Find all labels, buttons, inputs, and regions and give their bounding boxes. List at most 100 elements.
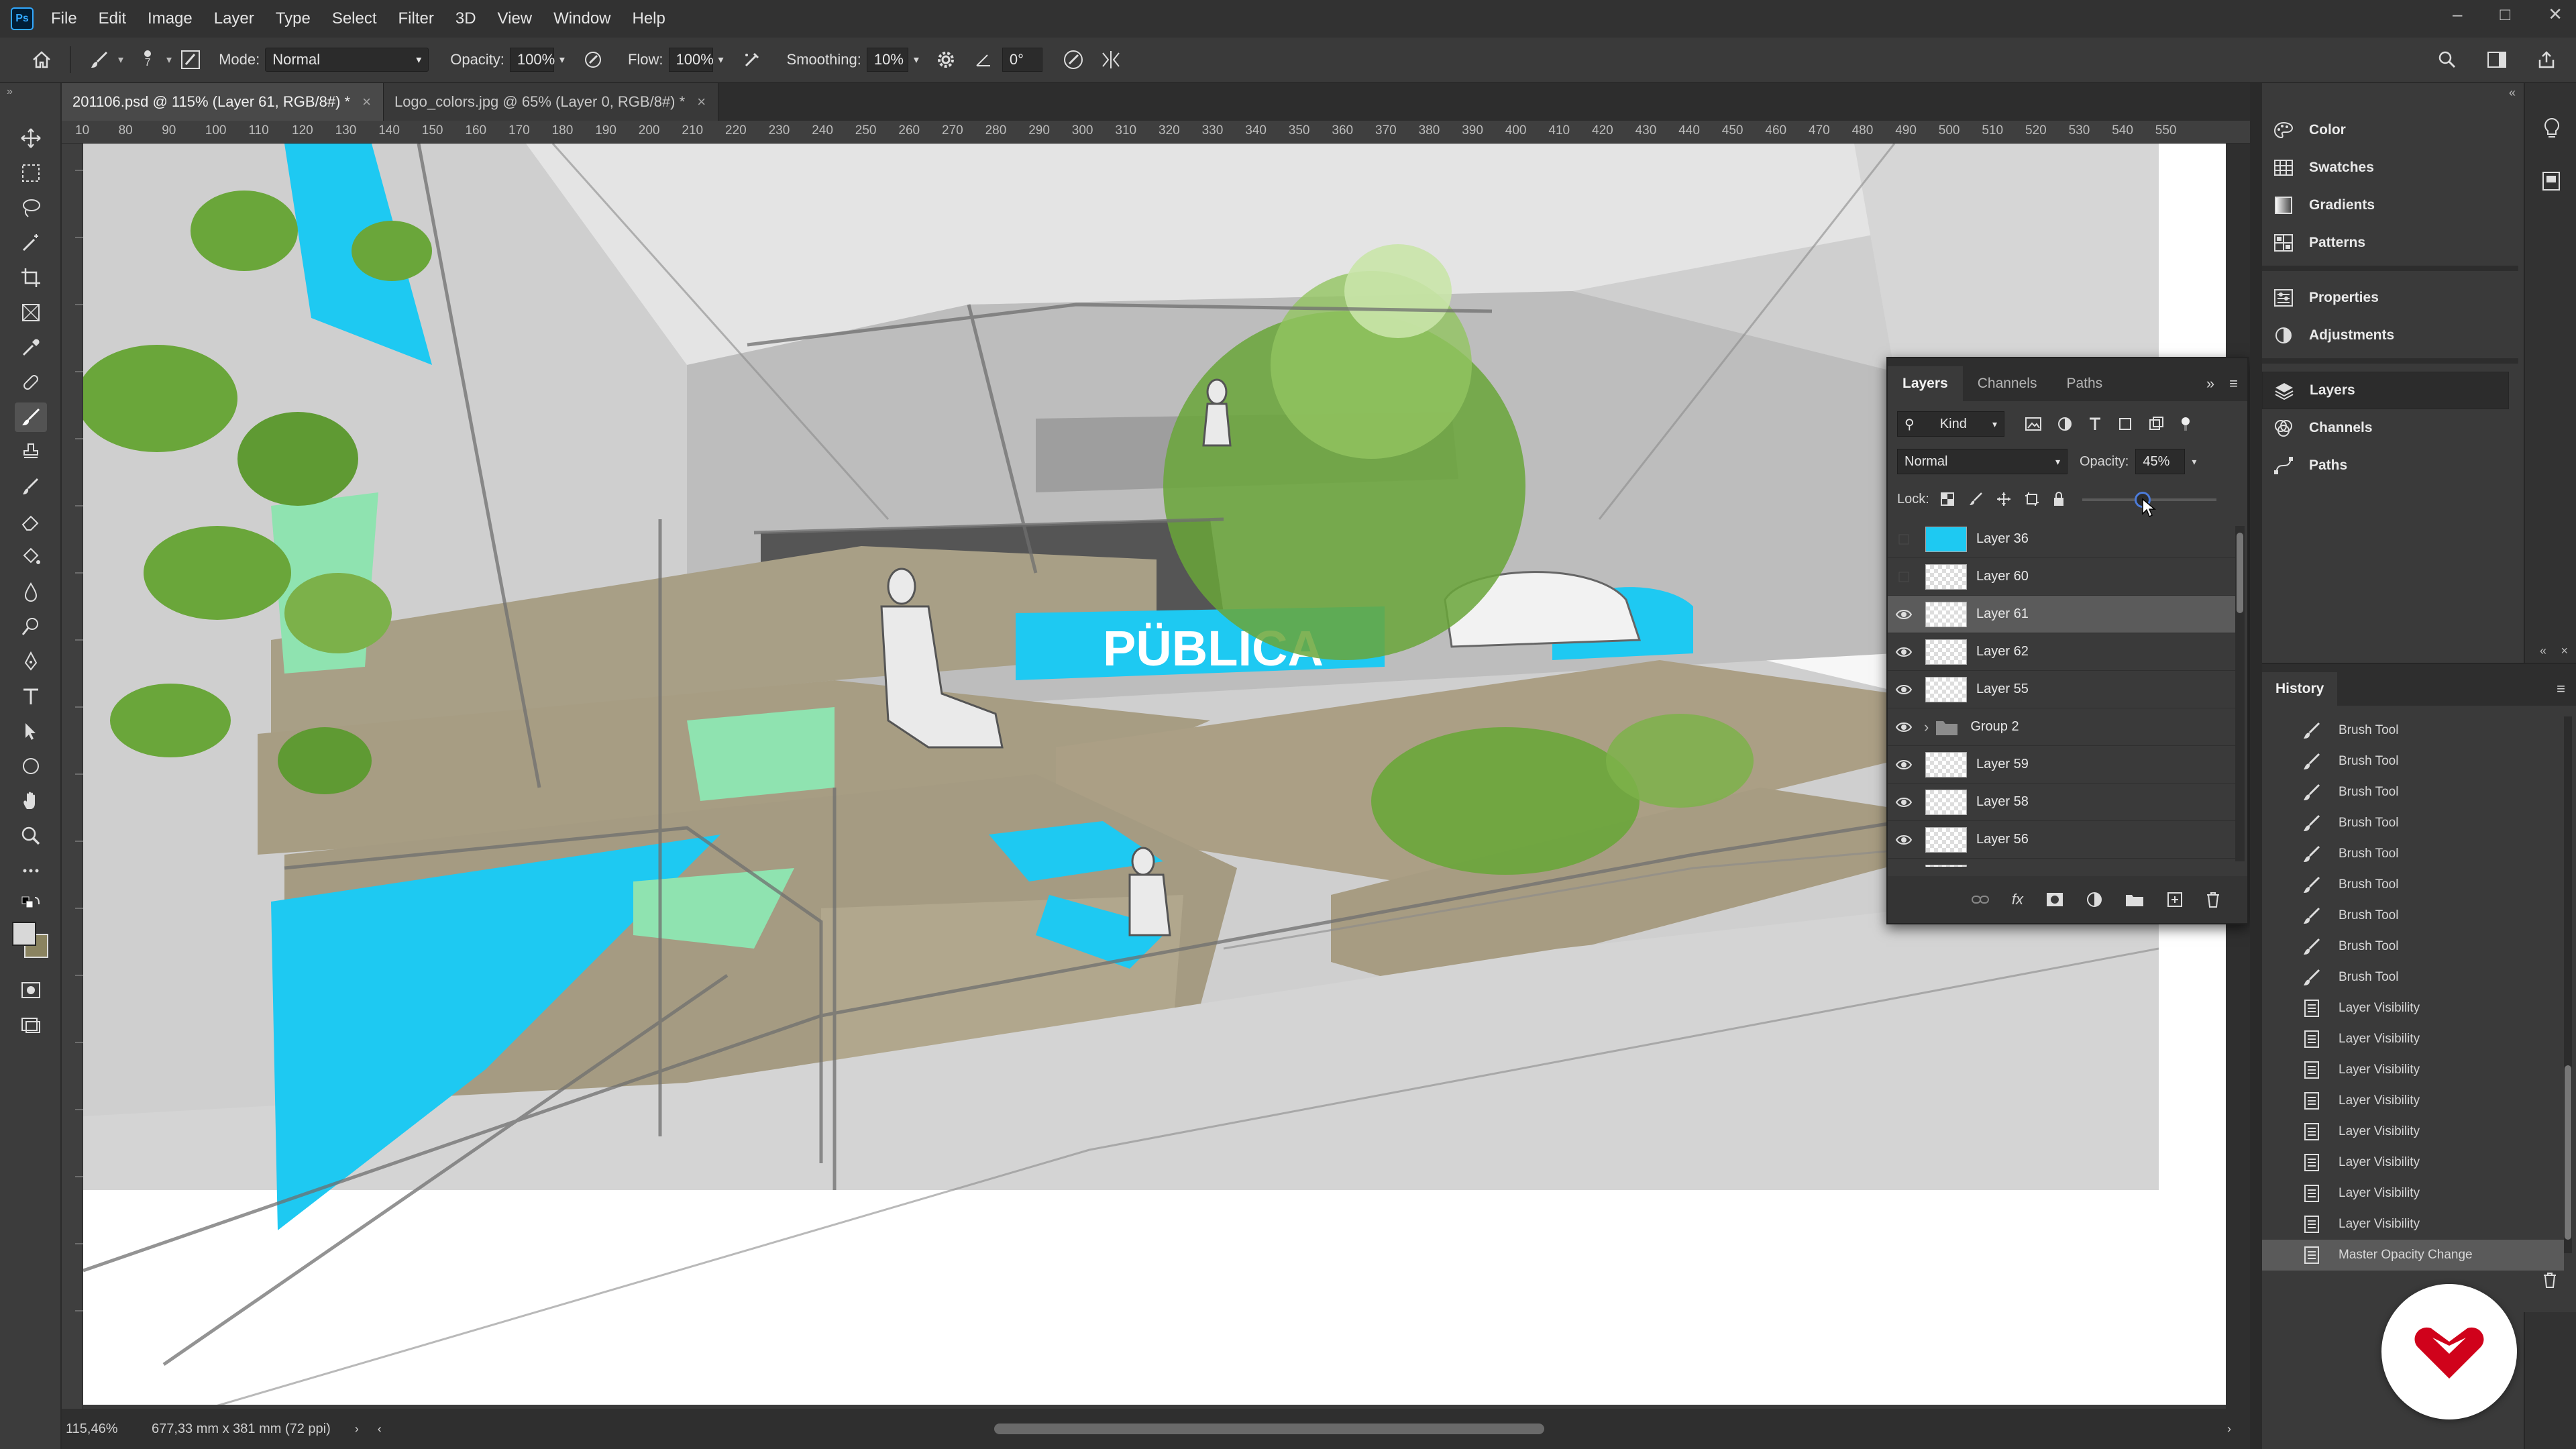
zoom-tool-icon[interactable] [15, 821, 47, 851]
chevron-down-icon[interactable]: ▾ [718, 53, 724, 66]
eye-icon[interactable] [1888, 596, 1920, 633]
dock-patterns[interactable]: Patterns [2262, 224, 2524, 262]
visibility-off-icon[interactable] [1888, 558, 1920, 596]
history-state[interactable]: Brush Tool [2262, 839, 2564, 869]
healing-brush-icon[interactable] [15, 368, 47, 397]
visibility-off-icon[interactable] [1888, 521, 1920, 558]
layer-row[interactable]: Layer 55 [1888, 671, 2237, 708]
ellipse-tool-icon[interactable] [15, 751, 47, 781]
eye-icon[interactable] [1888, 859, 1920, 867]
zoom-level[interactable]: 115,46% [66, 1421, 130, 1437]
opacity-slider[interactable] [2082, 490, 2216, 518]
mode-select[interactable]: Normal ▾ [265, 48, 429, 72]
path-selection-icon[interactable] [15, 716, 47, 746]
move-tool-icon[interactable] [15, 123, 47, 153]
dock-color[interactable]: Color [2262, 111, 2524, 149]
layer-list-scrollbar[interactable] [2235, 526, 2245, 861]
dock-paths[interactable]: Paths [2262, 447, 2524, 484]
collapse-dock-icon[interactable]: « [2509, 86, 2516, 100]
brush-size-picker[interactable]: 7 [133, 45, 162, 74]
dock-collapse-strip[interactable] [2250, 83, 2262, 1449]
history-state[interactable]: Brush Tool [2262, 900, 2564, 931]
expand-toolbar-icon[interactable]: » [7, 86, 13, 98]
lock-image-icon[interactable] [1968, 492, 1983, 506]
delete-layer-icon[interactable] [2206, 892, 2220, 908]
collapse-history-icon[interactable]: « [2540, 644, 2546, 658]
status-menu-arrow-icon[interactable]: › [355, 1422, 359, 1436]
lock-all-icon[interactable] [2053, 492, 2065, 506]
chevron-down-icon[interactable]: ▾ [118, 53, 123, 66]
eyedropper-icon[interactable] [15, 333, 47, 362]
history-state[interactable]: Master Opacity Change [2262, 1240, 2564, 1271]
eye-icon[interactable] [1888, 784, 1920, 821]
brush-tool-icon[interactable] [15, 402, 47, 432]
layer-list-scrollbar-thumb[interactable] [2237, 533, 2243, 613]
eraser-icon[interactable] [15, 507, 47, 537]
history-state[interactable]: Layer Visibility [2262, 1024, 2564, 1055]
tab-paths[interactable]: Paths [2051, 366, 2117, 401]
layer-row[interactable]: Layer 61 [1888, 596, 2237, 633]
layer-style-fx-icon[interactable]: fx [2012, 891, 2023, 908]
adjustment-filter-icon[interactable] [2057, 416, 2073, 432]
add-mask-icon[interactable] [2046, 892, 2063, 907]
tab-logo-colors[interactable]: Logo_colors.jpg @ 65% (Layer 0, RGB/8#) … [383, 83, 719, 121]
menu-edit[interactable]: Edit [88, 9, 137, 28]
quick-mask-icon[interactable] [15, 975, 47, 1005]
close-icon[interactable]: × [362, 93, 371, 111]
dock-adjustments[interactable]: Adjustments [2262, 317, 2524, 354]
home-icon[interactable] [27, 45, 56, 74]
new-group-icon[interactable] [2125, 892, 2144, 907]
dock-layers[interactable]: Layers [2262, 372, 2509, 409]
history-brush-icon[interactable] [15, 472, 47, 502]
dodge-tool-icon[interactable] [15, 612, 47, 641]
layer-row[interactable]: Layer 56 [1888, 821, 2237, 859]
link-layers-icon[interactable] [1971, 894, 1989, 906]
expand-group-icon[interactable]: › [1924, 718, 1929, 736]
clone-stamp-icon[interactable] [15, 437, 47, 467]
history-state[interactable]: Brush Tool [2262, 869, 2564, 900]
history-state[interactable]: Layer Visibility [2262, 1209, 2564, 1240]
type-filter-icon[interactable] [2088, 416, 2102, 432]
dock-swatches[interactable]: Swatches [2262, 149, 2524, 186]
history-state[interactable]: Layer Visibility [2262, 1085, 2564, 1116]
default-colors-icon[interactable] [15, 890, 47, 919]
image-filter-icon[interactable] [2025, 416, 2042, 432]
frame-tool-icon[interactable] [15, 298, 47, 327]
symmetry-icon[interactable] [1096, 45, 1126, 74]
history-state[interactable]: Brush Tool [2262, 962, 2564, 993]
history-state[interactable]: Brush Tool [2262, 746, 2564, 777]
angle-input[interactable]: 0° [1002, 48, 1042, 72]
blur-tool-icon[interactable] [15, 577, 47, 606]
history-state[interactable]: Brush Tool [2262, 808, 2564, 839]
minimize-button[interactable]: – [2453, 4, 2462, 25]
menu-view[interactable]: View [487, 9, 543, 28]
layer-row[interactable]: Layer 29 [1888, 859, 2237, 867]
learn-bulb-icon[interactable] [2542, 117, 2561, 141]
dock-properties[interactable]: Properties [2262, 279, 2524, 317]
smart-object-filter-icon[interactable] [2148, 416, 2164, 432]
close-icon[interactable]: × [2561, 644, 2568, 658]
history-state[interactable]: Brush Tool [2262, 931, 2564, 962]
layer-row[interactable]: Layer 60 [1888, 558, 2237, 596]
pen-tool-icon[interactable] [15, 647, 47, 676]
marquee-tool-icon[interactable] [15, 158, 47, 188]
chevron-down-icon[interactable]: ▾ [166, 53, 172, 66]
menu-layer[interactable]: Layer [203, 9, 265, 28]
menu-3d[interactable]: 3D [445, 9, 487, 28]
chevron-down-icon[interactable]: ▾ [2192, 456, 2196, 468]
color-swatches[interactable] [11, 920, 51, 962]
shape-filter-icon[interactable] [2117, 416, 2133, 432]
pressure-opacity-icon[interactable] [578, 45, 608, 74]
eye-icon[interactable] [1888, 671, 1920, 708]
layer-row[interactable]: Layer 58 [1888, 784, 2237, 821]
history-state[interactable]: Brush Tool [2262, 777, 2564, 808]
menu-image[interactable]: Image [137, 9, 203, 28]
tab-layers[interactable]: Layers [1888, 366, 1963, 401]
menu-filter[interactable]: Filter [388, 9, 445, 28]
history-state[interactable]: Layer Visibility [2262, 1147, 2564, 1178]
eye-icon[interactable] [1888, 746, 1920, 784]
workspace-icon[interactable] [2482, 45, 2512, 74]
layer-row[interactable]: › Group 2 [1888, 708, 2237, 746]
more-tools-icon[interactable] [15, 856, 47, 885]
menu-select[interactable]: Select [321, 9, 388, 28]
